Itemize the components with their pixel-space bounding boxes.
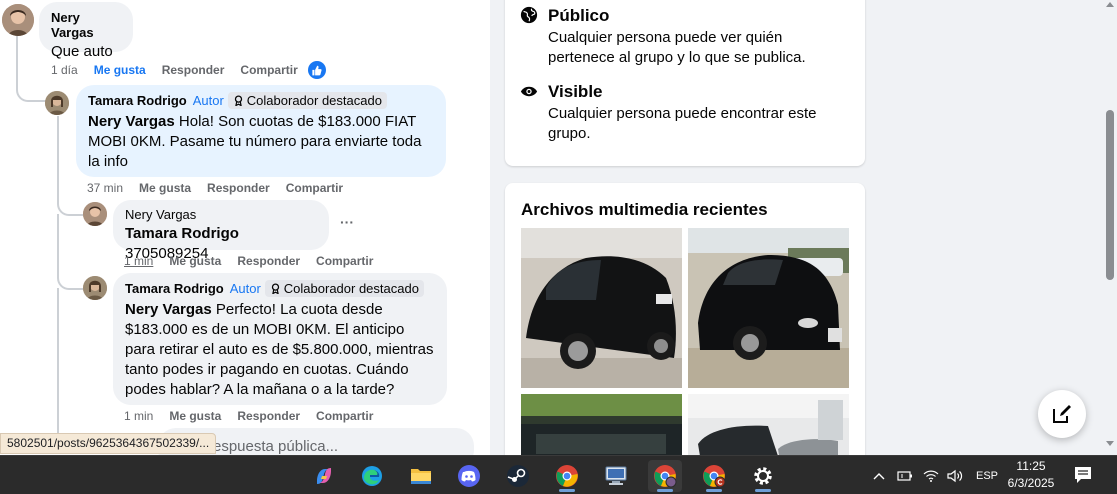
clock-date: 6/3/2025 — [1007, 476, 1055, 490]
comment-time[interactable]: 1 día — [51, 63, 78, 77]
comment-author[interactable]: Tamara Rodrigo — [88, 93, 187, 108]
chevron-up-icon[interactable] — [870, 472, 888, 480]
avatar[interactable] — [83, 202, 107, 226]
group-info-card: Público Cualquier persona puede ver quié… — [505, 0, 865, 166]
like-button[interactable]: Me gusta — [94, 63, 146, 77]
media-thumbnail[interactable] — [521, 228, 682, 388]
file-explorer-icon[interactable] — [404, 460, 438, 492]
windows-taskbar: ESP 11:25 6/3/2025 — [0, 455, 1117, 494]
compose-icon — [1053, 405, 1071, 423]
globe-icon — [520, 6, 538, 24]
top-contributor-badge: Colaborador destacado — [264, 280, 424, 298]
avatar[interactable] — [2, 4, 34, 36]
comment-time[interactable]: 1 min — [124, 409, 153, 423]
thread-line — [57, 288, 59, 438]
author-tag: Autor — [229, 281, 261, 296]
clock[interactable]: 11:25 6/3/2025 — [1005, 458, 1057, 492]
reply-button[interactable]: Responder — [207, 181, 270, 195]
reply-button[interactable]: Responder — [237, 254, 300, 268]
reply-button[interactable]: Responder — [162, 63, 225, 77]
page-scrollbar[interactable] — [1103, 0, 1117, 455]
like-button[interactable]: Me gusta — [169, 409, 221, 423]
comment-actions: 1 min Me gusta Responder Compartir — [124, 254, 373, 268]
status-url: 5802501/posts/9625364367502339/... — [0, 433, 217, 454]
privacy-description: Cualquier persona puede ver quién perten… — [548, 29, 806, 66]
comment-author[interactable]: Tamara Rodrigo — [125, 281, 224, 296]
mention-link[interactable]: Tamara Rodrigo — [125, 225, 239, 242]
more-options-button[interactable]: ··· — [340, 214, 354, 230]
privacy-title: Público — [548, 6, 610, 25]
chrome-profile-icon[interactable] — [648, 460, 682, 492]
recent-media-card: Archivos multimedia recientes — [505, 183, 865, 473]
right-column: Público Cualquier persona puede ver quié… — [490, 0, 1117, 473]
comment-text: Nery Vargas Hola! Son cuotas de $183.000… — [88, 112, 434, 172]
input-language[interactable]: ESP — [976, 470, 998, 482]
reply-button[interactable]: Responder — [237, 409, 300, 423]
share-button[interactable]: Compartir — [286, 181, 343, 195]
scroll-up-arrow-icon[interactable] — [1106, 2, 1114, 7]
comment-author[interactable]: Nery Vargas — [51, 10, 121, 40]
avatar[interactable] — [83, 276, 107, 300]
visibility-description: Cualquier persona puede encontrar este g… — [548, 105, 817, 142]
comment-bubble: Tamara Rodrigo Autor Colaborador destacado… — [113, 273, 447, 405]
comment-bubble: Nery Vargas Tamara Rodrigo 3705089254 — [113, 200, 329, 262]
comment-time[interactable]: 1 min — [124, 254, 153, 268]
comment-text: Que auto — [51, 43, 113, 60]
screen: { "comments": { "c1": {"author": "Nery V… — [0, 0, 1117, 494]
badge-icon — [271, 283, 279, 295]
top-contributor-badge: Colaborador destacado — [227, 92, 387, 110]
visibility-title: Visible — [548, 82, 603, 101]
like-button[interactable]: Me gusta — [139, 181, 191, 195]
scrollbar-thumb[interactable] — [1106, 110, 1114, 280]
comment-actions: 1 min Me gusta Responder Compartir — [124, 409, 373, 423]
discord-icon[interactable] — [452, 460, 486, 492]
share-button[interactable]: Compartir — [240, 63, 297, 77]
badge-label: Colaborador destacado — [283, 281, 419, 297]
battery-plug-icon[interactable] — [894, 470, 916, 482]
chrome-icon[interactable] — [550, 460, 584, 492]
comment-bubble: Tamara Rodrigo Autor Colaborador destacado… — [76, 85, 446, 177]
like-button[interactable]: Me gusta — [169, 254, 221, 268]
like-reaction-icon[interactable] — [307, 61, 326, 79]
scroll-down-arrow-icon[interactable] — [1106, 441, 1114, 446]
comment-bubble: Nery Vargas Que auto — [39, 2, 133, 60]
edge-icon[interactable] — [355, 460, 389, 492]
mention-link[interactable]: Nery Vargas — [125, 301, 212, 318]
thread-line — [57, 214, 83, 290]
comment-time[interactable]: 37 min — [87, 181, 123, 195]
remote-desktop-icon[interactable] — [599, 460, 633, 492]
copilot-icon[interactable] — [307, 460, 341, 492]
steam-icon[interactable] — [501, 460, 535, 492]
chrome-profile-c-icon[interactable] — [697, 460, 731, 492]
notifications-icon[interactable] — [1073, 465, 1093, 490]
wifi-icon[interactable] — [920, 470, 942, 482]
share-button[interactable]: Compartir — [316, 254, 373, 268]
clock-time: 11:25 — [1016, 459, 1046, 473]
avatar[interactable] — [45, 91, 69, 115]
thread-line — [16, 36, 46, 102]
system-tray: ESP — [870, 456, 998, 494]
comment-author[interactable]: Nery Vargas — [125, 207, 317, 222]
author-tag: Autor — [192, 93, 224, 108]
settings-icon[interactable] — [746, 460, 780, 492]
eye-icon — [520, 85, 538, 99]
mention-link[interactable]: Nery Vargas — [88, 113, 175, 130]
new-message-button[interactable] — [1038, 390, 1086, 438]
comment-actions: 37 min Me gusta Responder Compartir — [87, 181, 343, 195]
recent-media-title: Archivos multimedia recientes — [521, 200, 768, 219]
media-thumbnail[interactable] — [688, 228, 849, 388]
volume-icon[interactable] — [944, 469, 966, 483]
comment-actions: 1 día Me gusta Responder Compartir — [51, 61, 326, 79]
badge-icon — [234, 95, 242, 107]
comment-text: Nery Vargas Perfecto! La cuota desde $18… — [125, 300, 435, 400]
share-button[interactable]: Compartir — [316, 409, 373, 423]
comments-feed: Nery Vargas Que auto 1 día Me gusta Resp… — [0, 0, 490, 455]
badge-label: Colaborador destacado — [246, 93, 382, 109]
